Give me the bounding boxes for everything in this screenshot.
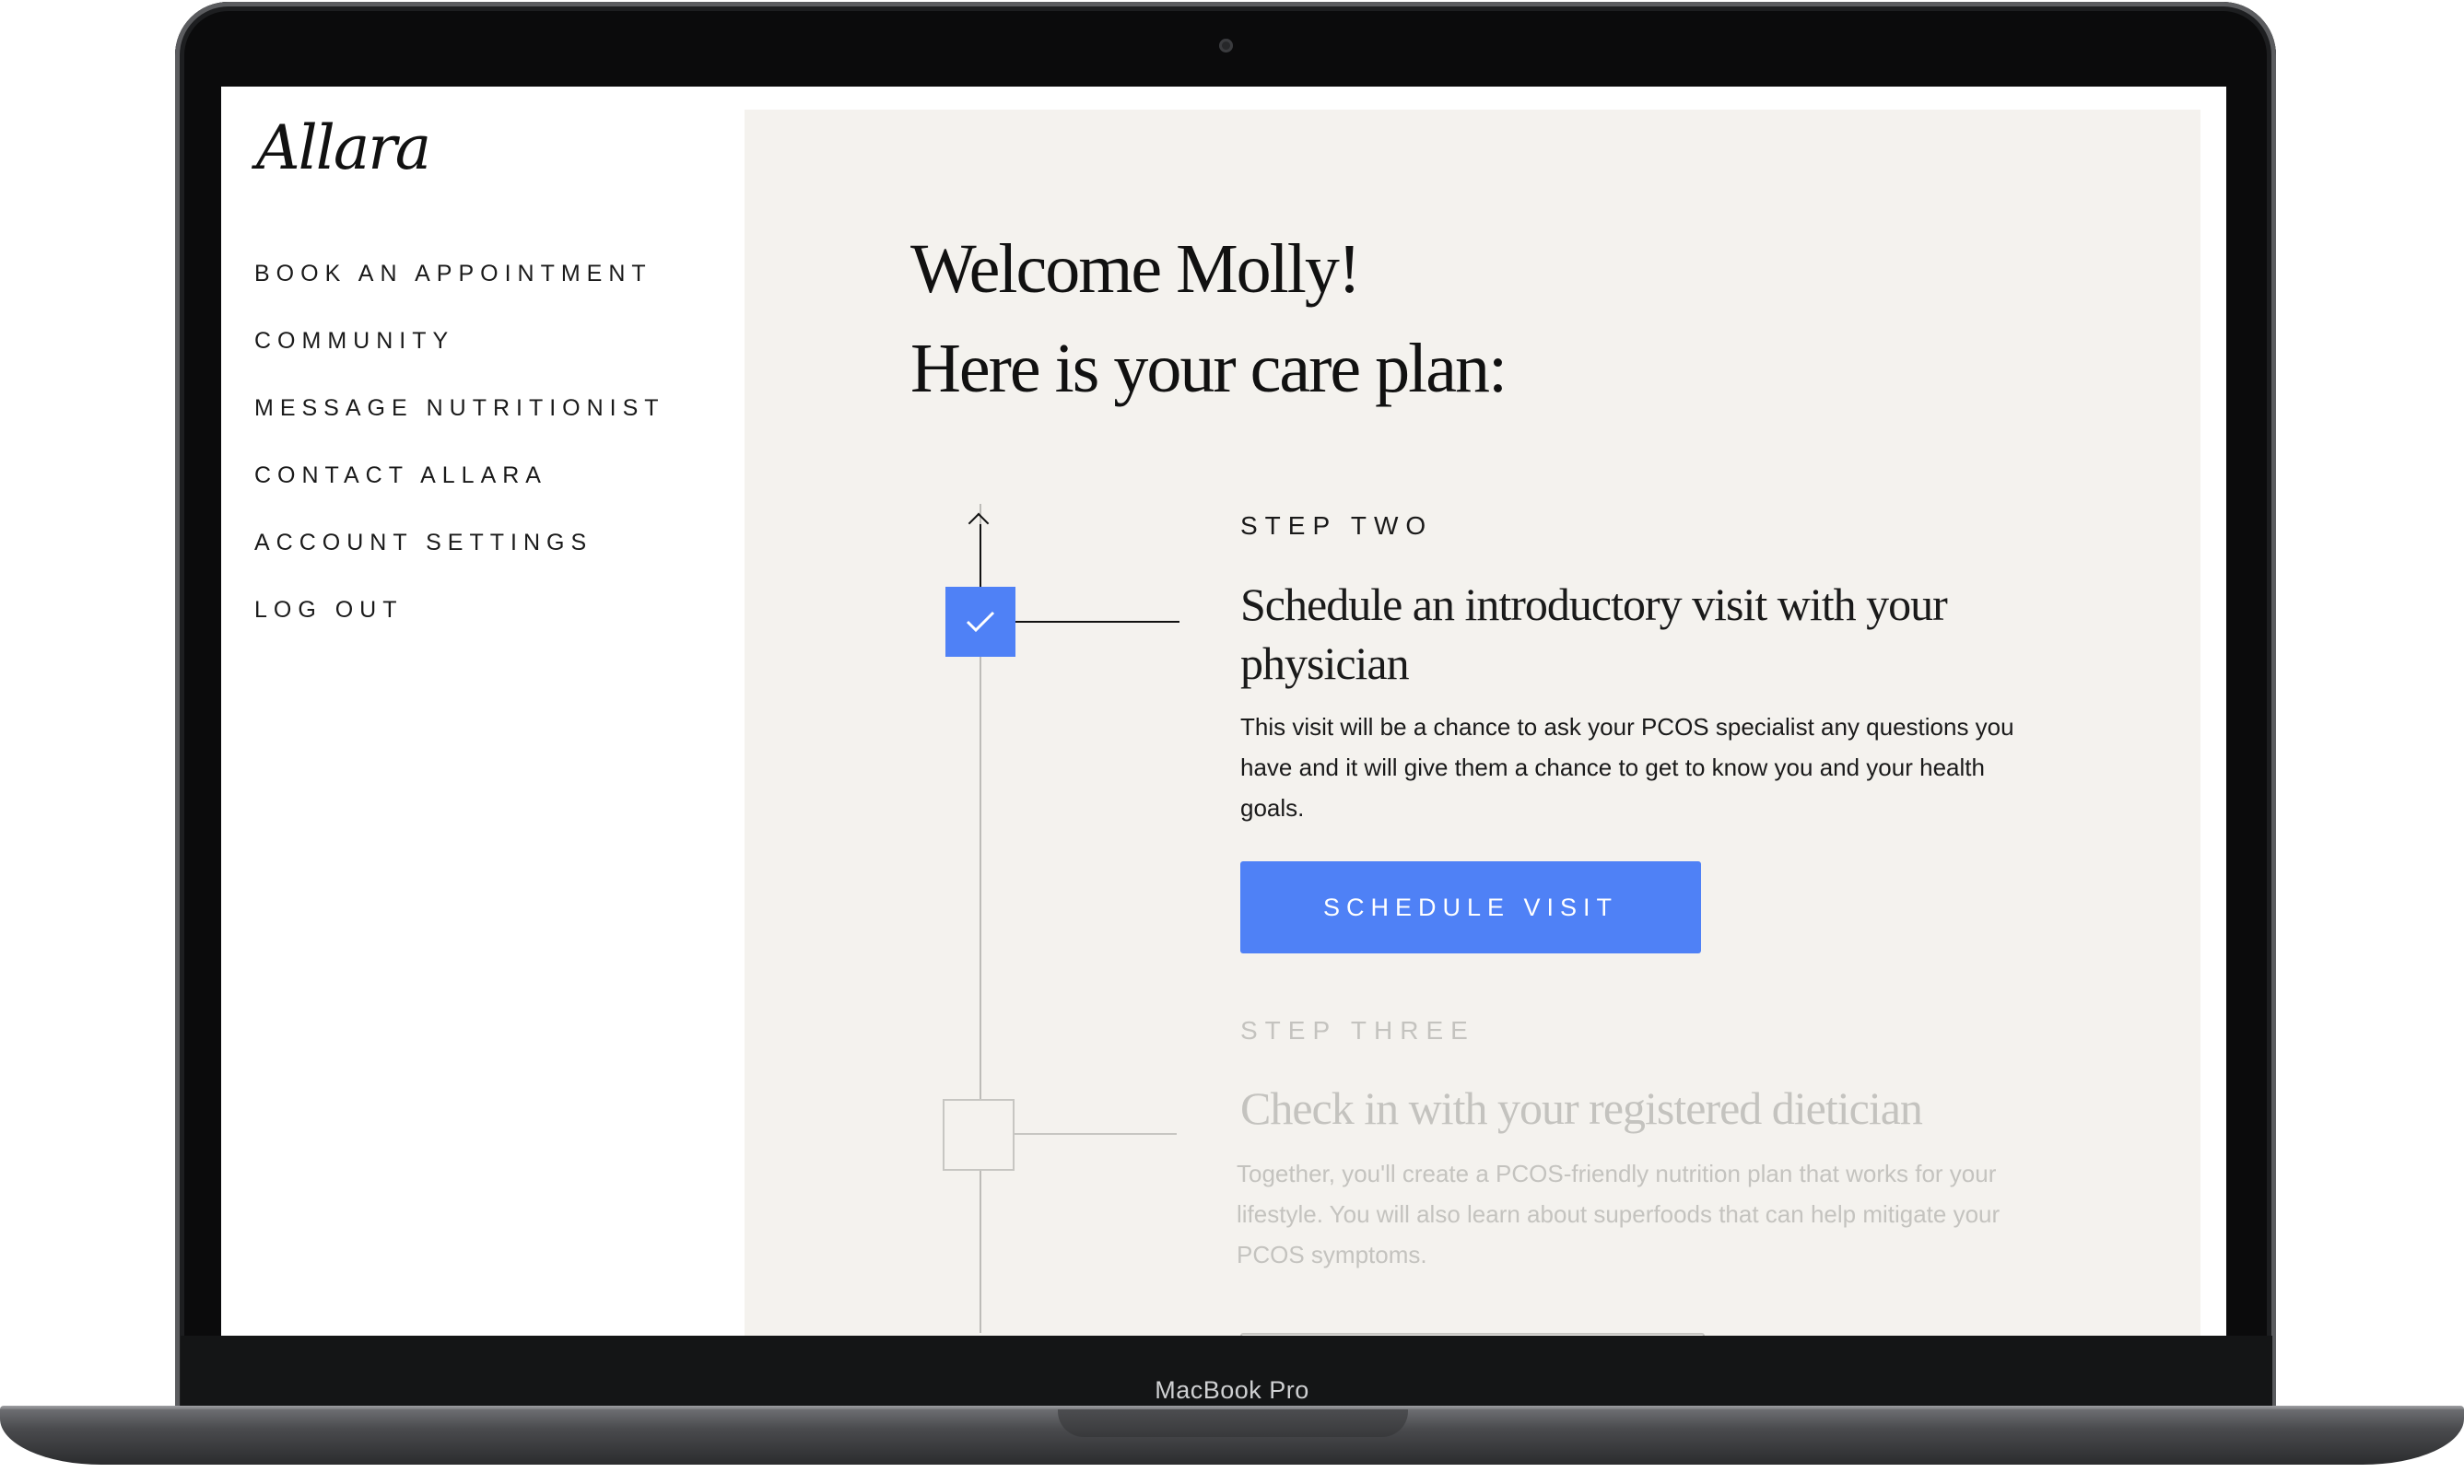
step-three-title: Check in with your registered dietician <box>1240 1082 1923 1134</box>
checkmark-icon <box>966 611 995 633</box>
arrow-up-icon <box>968 512 990 534</box>
device-label: MacBook Pro <box>1155 1376 1309 1404</box>
nav-contact-allara[interactable]: CONTACT ALLARA <box>254 462 547 489</box>
step-two-connector <box>1015 621 1179 623</box>
nav-community[interactable]: COMMUNITY <box>254 328 454 355</box>
welcome-heading: Welcome Molly! <box>910 230 1361 308</box>
care-plan-heading: Here is your care plan: <box>910 330 1508 407</box>
allara-logo[interactable]: Allara <box>256 112 431 183</box>
nav-log-out[interactable]: LOG OUT <box>254 597 404 624</box>
nav-message-nutritionist[interactable]: MESSAGE NUTRITIONIST <box>254 395 665 422</box>
schedule-visit-button[interactable]: SCHEDULE VISIT <box>1240 861 1701 953</box>
step-two-checkbox[interactable] <box>945 587 1015 657</box>
step-two-label: STEP TWO <box>1240 511 1434 540</box>
step-two-description: This visit will be a chance to ask your … <box>1240 713 2014 822</box>
laptop-notch <box>1058 1409 1408 1437</box>
nav-book-appointment[interactable]: BOOK AN APPOINTMENT <box>254 261 652 287</box>
nav-account-settings[interactable]: ACCOUNT SETTINGS <box>254 530 593 556</box>
step-three-connector <box>1013 1133 1177 1135</box>
app-screen: Allara BOOK AN APPOINTMENT COMMUNITY MES… <box>221 87 2226 1336</box>
camera-icon <box>1219 39 1233 53</box>
step-three-label: STEP THREE <box>1240 1016 1475 1045</box>
care-plan-panel: Welcome Molly! Here is your care plan: S… <box>745 110 2200 1336</box>
step-three-checkbox[interactable] <box>943 1099 1015 1171</box>
step-two-title: Schedule an introductory visit with your… <box>1240 578 1948 689</box>
step-three-description: Together, you'll create a PCOS-friendly … <box>1237 1160 2001 1268</box>
